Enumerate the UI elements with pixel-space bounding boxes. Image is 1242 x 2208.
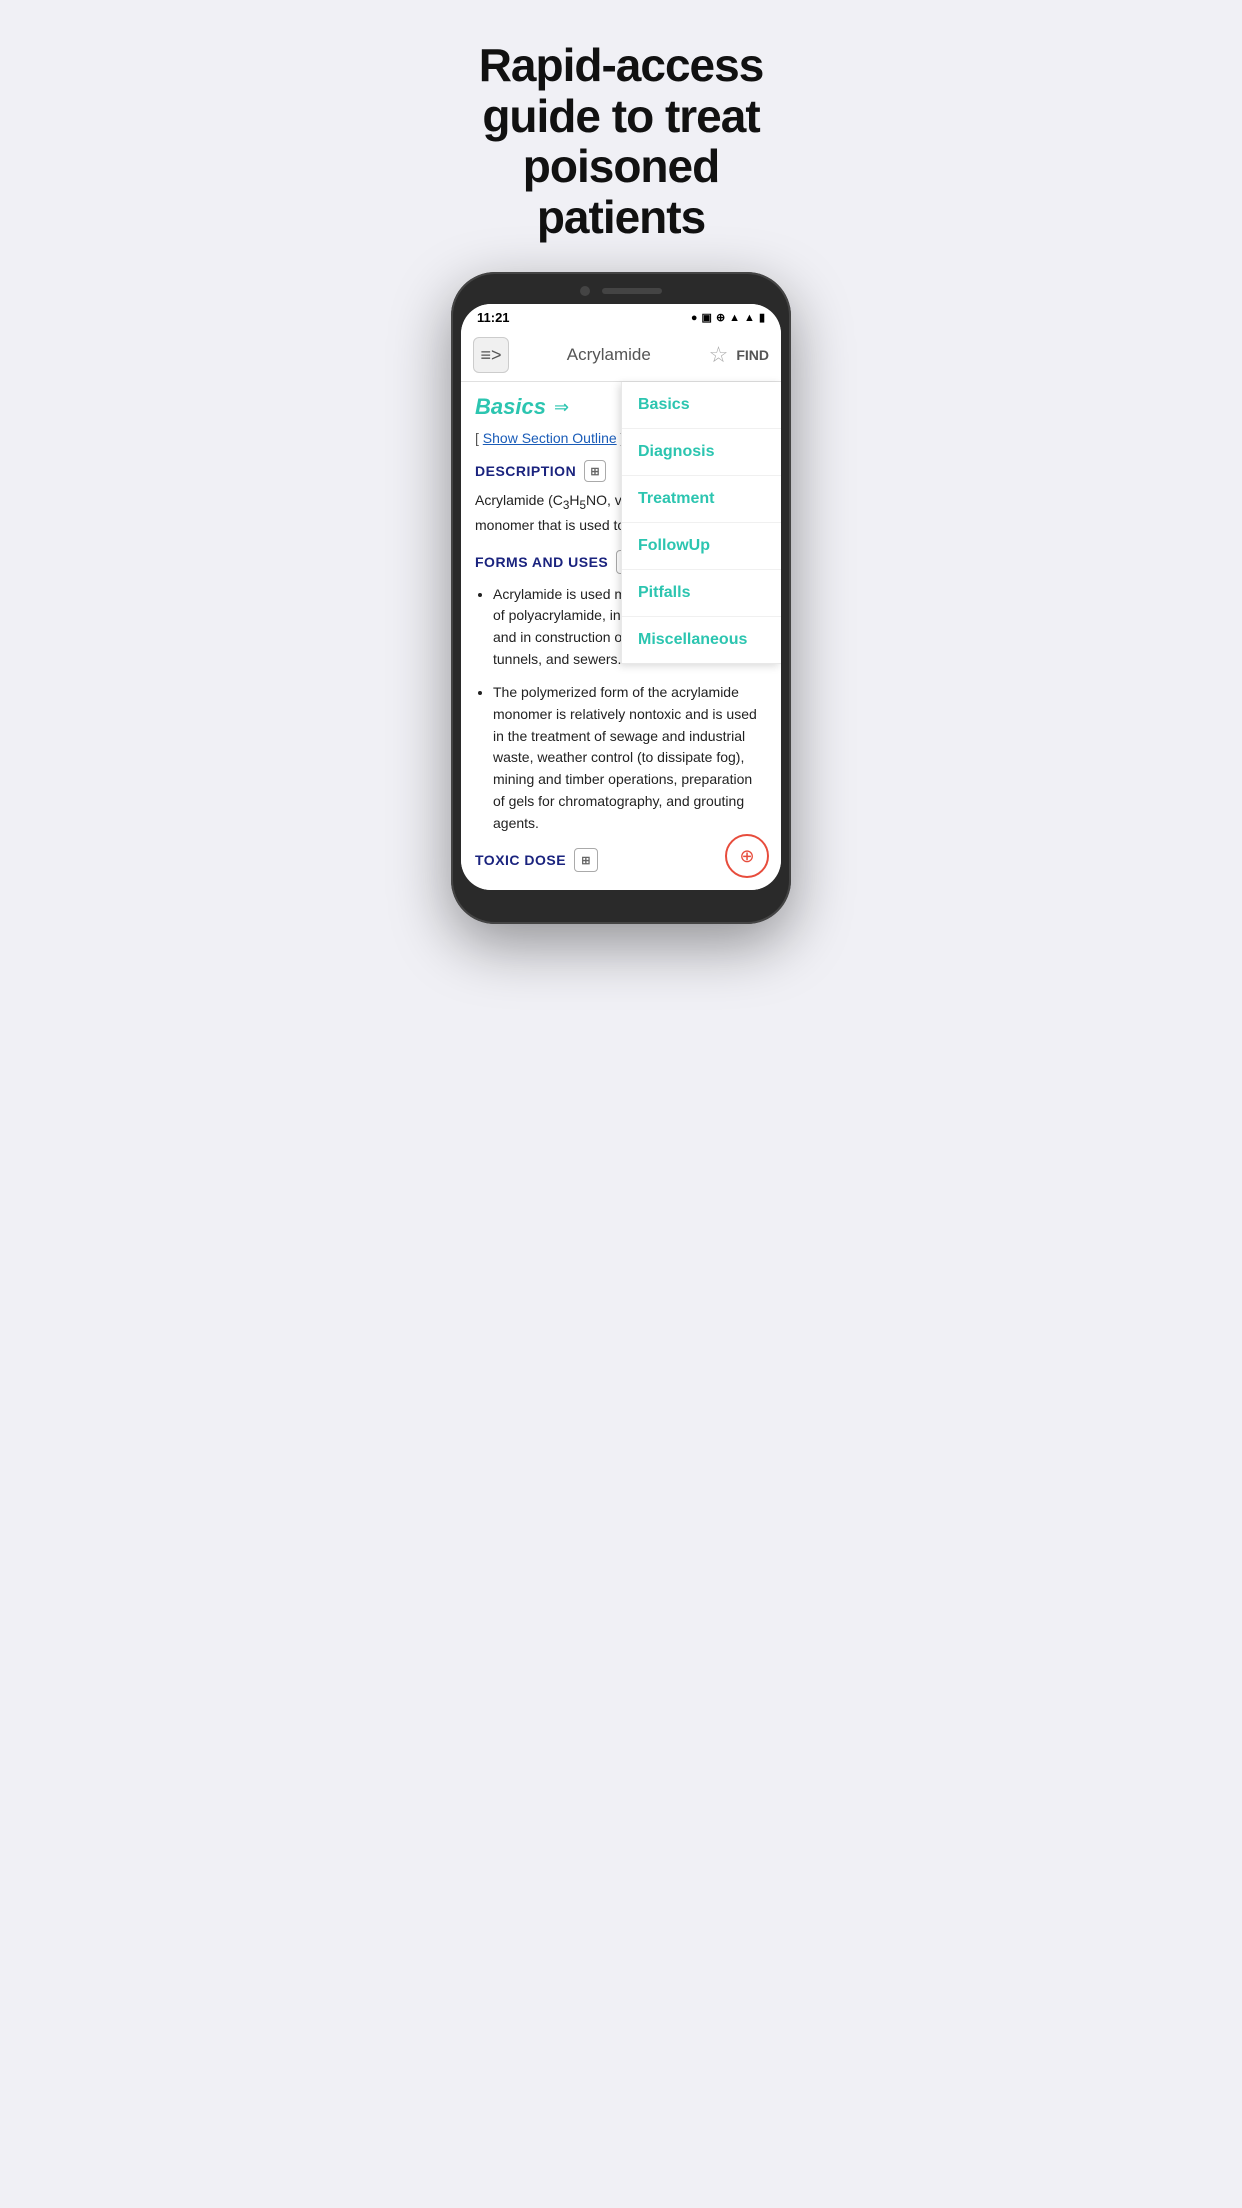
show-outline-link[interactable]: Show Section Outline: [483, 430, 617, 446]
header-actions: ☆ FIND: [709, 342, 769, 368]
description-icon-glyph: ⊞: [590, 465, 600, 478]
description-heading-text: DESCRIPTION: [475, 463, 576, 479]
menu-item-pitfalls[interactable]: Pitfalls: [622, 570, 781, 617]
logo-icon: ≡>: [480, 345, 501, 366]
status-bar: 11:21 ● ▣ ⊕ ▲ ▲ ▮: [461, 304, 781, 329]
phone-bottom: [461, 890, 781, 910]
phone-speaker: [602, 288, 662, 294]
basics-arrow-icon: ⇒: [554, 397, 569, 418]
sim-icon: ▣: [702, 311, 712, 324]
status-time: 11:21: [477, 310, 510, 325]
favorite-star-icon[interactable]: ☆: [709, 342, 729, 368]
basics-label[interactable]: Basics: [475, 394, 546, 420]
app-header: ≡> Acrylamide ☆ FIND: [461, 329, 781, 382]
app-drug-title: Acrylamide: [517, 345, 701, 365]
find-button[interactable]: FIND: [736, 347, 769, 363]
toxic-dose-heading-text: TOXIC DOSE: [475, 852, 566, 868]
toxic-dose-heading-row: TOXIC DOSE ⊞: [475, 848, 767, 872]
phone-top-bar: [461, 286, 781, 304]
status-icons: ● ▣ ⊕ ▲ ▲ ▮: [691, 311, 765, 324]
menu-item-miscellaneous[interactable]: Miscellaneous: [622, 617, 781, 663]
content-area: Basics ⇒ [ Show Section Outline ] DESCRI…: [461, 382, 781, 890]
toxic-dose-section-icon[interactable]: ⊞: [574, 848, 598, 872]
phone-mockup-wrapper: 11:21 ● ▣ ⊕ ▲ ▲ ▮ ≡> Acrylamide ☆ F: [414, 272, 828, 954]
list-item: The polymerized form of the acrylamide m…: [493, 682, 767, 834]
phone-screen: 11:21 ● ▣ ⊕ ▲ ▲ ▮ ≡> Acrylamide ☆ F: [461, 304, 781, 890]
fab-button[interactable]: ⊕: [725, 834, 769, 878]
wifi-icon: ▲: [729, 312, 740, 324]
description-section-icon[interactable]: ⊞: [584, 460, 606, 482]
signal-bars-icon: ▲: [744, 312, 755, 324]
battery-icon: ▮: [759, 311, 765, 324]
hero-section: Rapid-access guide to treat poisoned pat…: [414, 0, 828, 272]
phone-camera: [580, 286, 590, 296]
menu-item-diagnosis[interactable]: Diagnosis: [622, 429, 781, 476]
vpn-icon: ⊕: [716, 311, 725, 324]
menu-item-basics[interactable]: Basics: [622, 382, 781, 429]
signal-icon: ●: [691, 312, 698, 324]
phone-device: 11:21 ● ▣ ⊕ ▲ ▲ ▮ ≡> Acrylamide ☆ F: [451, 272, 791, 924]
hero-title: Rapid-access guide to treat poisoned pat…: [434, 40, 808, 242]
outline-prefix: [: [475, 430, 483, 446]
forms-heading-text: FORMS AND USES: [475, 554, 608, 570]
menu-item-treatment[interactable]: Treatment: [622, 476, 781, 523]
app-logo[interactable]: ≡>: [473, 337, 509, 373]
nav-dropdown-menu: Basics Diagnosis Treatment FollowUp Pitf…: [621, 382, 781, 664]
menu-item-followup[interactable]: FollowUp: [622, 523, 781, 570]
fab-icon: ⊕: [739, 846, 754, 867]
toxic-dose-icon-glyph: ⊞: [581, 854, 591, 867]
